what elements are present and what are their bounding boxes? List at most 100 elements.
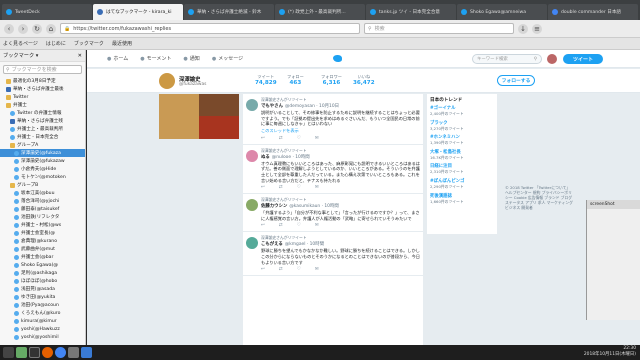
editor-icon[interactable] [68, 347, 79, 358]
bookmark-item[interactable]: よく見るページ [3, 40, 38, 47]
twitter-nav-item[interactable]: ● モーメント [140, 55, 171, 63]
avatar[interactable] [246, 99, 258, 111]
twitter-nav-item[interactable]: ● ホーム [107, 55, 128, 63]
sidebar-bookmark-item[interactable]: ほぼほぼ(@hobo [0, 277, 85, 285]
sidebar-bookmark-item[interactable]: 弁護士 [0, 101, 85, 109]
sidebar-bookmark-item[interactable]: 弁護士会室長(@ [0, 229, 85, 237]
start-menu-icon[interactable] [3, 347, 14, 358]
sidebar-bookmark-item[interactable]: 落合洋司(@yjochi [0, 197, 85, 205]
sidebar-bookmark-item[interactable]: 深澤諭史(@fukazaw [0, 157, 85, 165]
sidebar-bookmark-item[interactable]: Shoko Egawa(@ [0, 261, 85, 269]
sidebar-bookmark-item[interactable]: 池田鉄(リフレクタ [0, 213, 85, 221]
menu-icon[interactable]: ≡ [532, 23, 542, 34]
os-tab[interactable]: tanks.jp ツイ - 日本完全合意 [366, 4, 456, 20]
tweet[interactable]: 深澤諭史さんがリツイート 佐藤カウシン @kasumikaun · 10時間 「弁護す… [243, 194, 423, 233]
sidebar-bookmark-item[interactable]: 華納・さらば弁護士最後 [0, 85, 85, 93]
sidebar-title[interactable]: ブックマーク ▾ [3, 52, 38, 59]
like-icon[interactable]: ♡ [297, 267, 301, 272]
sidebar-bookmark-item[interactable]: モトケン(@motoken [0, 173, 85, 181]
photo-tile[interactable] [159, 94, 199, 139]
sidebar-bookmark-item[interactable]: 小倉秀夫(@Hide [0, 165, 85, 173]
home-icon[interactable]: ⌂ [46, 23, 56, 34]
terminal-icon[interactable] [29, 347, 40, 358]
sidebar-bookmark-item[interactable]: kimura(@kimur [0, 317, 85, 325]
firefox-icon[interactable] [42, 347, 53, 358]
avatar[interactable] [246, 199, 258, 212]
tweet[interactable]: 深澤諭史さんがリツイート でもやさん @demoyasan · 10月10日 説明がい… [243, 94, 423, 145]
tweet-button[interactable]: ツイート [563, 54, 603, 64]
reload-icon[interactable]: ↻ [32, 23, 42, 34]
tweet[interactable]: 深澤諭史さんがリツイート ぬる @nulooe · 10時間 オウム真理教にもいいとこ… [243, 145, 423, 195]
retweet-icon[interactable]: ⇄ [279, 267, 283, 272]
twitter-footer[interactable]: © 2018 Twitter 「Twitterについて」 ヘルプセンター 規約 … [505, 185, 575, 210]
os-tab[interactable]: (*) 政党上外・最高裁判所... [275, 4, 365, 20]
chrome-icon[interactable] [55, 347, 66, 358]
message-icon[interactable]: ✉ [315, 136, 319, 141]
sidebar-bookmark-item[interactable]: yoshi(@yoshimil [0, 333, 85, 341]
clock[interactable]: 22:30 2018年10月11日(木曜日) [584, 346, 636, 358]
sidebar-bookmark-item[interactable]: グループA [0, 141, 85, 149]
reply-icon[interactable]: ↩ [261, 136, 265, 141]
sidebar-search-input[interactable]: ⚲ ブックマークを検索 [3, 65, 82, 74]
like-icon[interactable]: ♡ [297, 185, 301, 190]
os-tab[interactable]: 華納・さらば弁護士絶滅 - 鈴木 [184, 4, 274, 20]
tweet-author[interactable]: こもがえる [261, 241, 283, 247]
sidebar-bookmark-item[interactable]: 藤田泰(@taisukef [0, 205, 85, 213]
sidebar-bookmark-item[interactable]: 池田(Pya@acoun [0, 301, 85, 309]
follow-button[interactable]: フォローする [497, 75, 535, 86]
back-icon[interactable]: ‹ [4, 23, 14, 34]
retweet-icon[interactable]: ⇄ [279, 136, 283, 141]
trend-item[interactable]: #ゴーイナル 2,400件のツイート [430, 105, 494, 117]
show-thread-link[interactable]: このスレッドを表示 [261, 128, 420, 134]
sidebar-bookmark-item[interactable]: 弁護士上・最高裁判所 [0, 125, 85, 133]
message-icon[interactable]: ✉ [315, 267, 319, 272]
profile-stat[interactable]: フォロワー 6,316 [321, 74, 342, 86]
file-manager-icon[interactable] [16, 347, 27, 358]
search-input[interactable]: ⚲ 検索 [364, 23, 514, 34]
profile-stat[interactable]: いいね 36,472 [353, 74, 375, 86]
tweet-author[interactable]: 佐藤カウシン [261, 203, 287, 209]
photo-tile[interactable] [199, 116, 239, 139]
download-icon[interactable]: ↓ [518, 23, 528, 34]
retweet-icon[interactable]: ⇄ [279, 185, 283, 190]
profile-stat[interactable]: ツイート 74,829 [255, 74, 277, 86]
reply-icon[interactable]: ↩ [261, 223, 265, 228]
profile-stat[interactable]: フォロー 463 [287, 74, 304, 86]
trend-item[interactable]: #ホンネミハン 1,390件のツイート [430, 134, 494, 146]
sidebar-bookmark-item[interactable]: 弁護士・村松(@ws [0, 221, 85, 229]
sidebar-bookmark-item[interactable]: 倉典理(@kurano [0, 237, 85, 245]
os-tab[interactable]: double commander 日本語 [548, 4, 638, 20]
bookmark-item[interactable]: 最近使用 [112, 40, 132, 47]
os-tab[interactable]: TweetDeck [2, 4, 92, 20]
avatar[interactable] [246, 237, 258, 250]
tweet-author[interactable]: でもやさん [261, 103, 283, 109]
message-icon[interactable]: ✉ [315, 223, 319, 228]
tweet-author[interactable]: ぬる [261, 154, 270, 160]
os-tab[interactable]: Shoko Egawa@amneiwa [457, 4, 547, 20]
photo-tile[interactable] [199, 94, 239, 116]
sidebar-bookmark-item[interactable]: ゆき田(@yukita [0, 293, 85, 301]
trend-item[interactable]: 日経に注目 2,310件のツイート [430, 163, 494, 175]
sidebar-bookmark-item[interactable]: 坂本江美(@buu [0, 189, 85, 197]
sidebar-bookmark-item[interactable]: 弁護士 - 日本完全合 [0, 133, 85, 141]
sidebar-bookmark-item[interactable]: yoshi(@Hawkuzz [0, 325, 85, 333]
reply-icon[interactable]: ↩ [261, 185, 265, 190]
mail-icon[interactable] [81, 347, 92, 358]
sidebar-bookmark-item[interactable]: くろえもん(@kuro [0, 309, 85, 317]
sidebar-bookmark-item[interactable]: Twitter の弁護士情報 [0, 109, 85, 117]
reply-icon[interactable]: ↩ [261, 267, 265, 272]
trend-item[interactable]: ブラック 3,270件のツイート [430, 120, 494, 132]
sidebar-bookmark-item[interactable]: 弁護士会(@bar [0, 253, 85, 261]
profile-avatar[interactable] [159, 73, 175, 89]
sidebar-bookmark-item[interactable]: 深澤諭史(@fukaza [0, 149, 85, 157]
trend-item[interactable]: 死後漢語誌 1,660件のツイート [430, 193, 494, 205]
close-icon[interactable]: ✕ [78, 53, 82, 59]
twitter-nav-item[interactable]: ● 通知 [183, 55, 199, 63]
sidebar-bookmark-item[interactable]: 華納・さらば弁護士残 [0, 117, 85, 125]
bookmark-item[interactable]: はじめに [46, 40, 66, 47]
sidebar-bookmark-item[interactable]: 足利(@ashikaga [0, 269, 85, 277]
like-icon[interactable]: ♡ [297, 223, 301, 228]
like-icon[interactable]: ♡ [297, 136, 301, 141]
sidebar-bookmark-item[interactable]: グループB [0, 181, 85, 189]
os-tab[interactable]: はてなブックマーク - kirara_ki [93, 4, 183, 20]
